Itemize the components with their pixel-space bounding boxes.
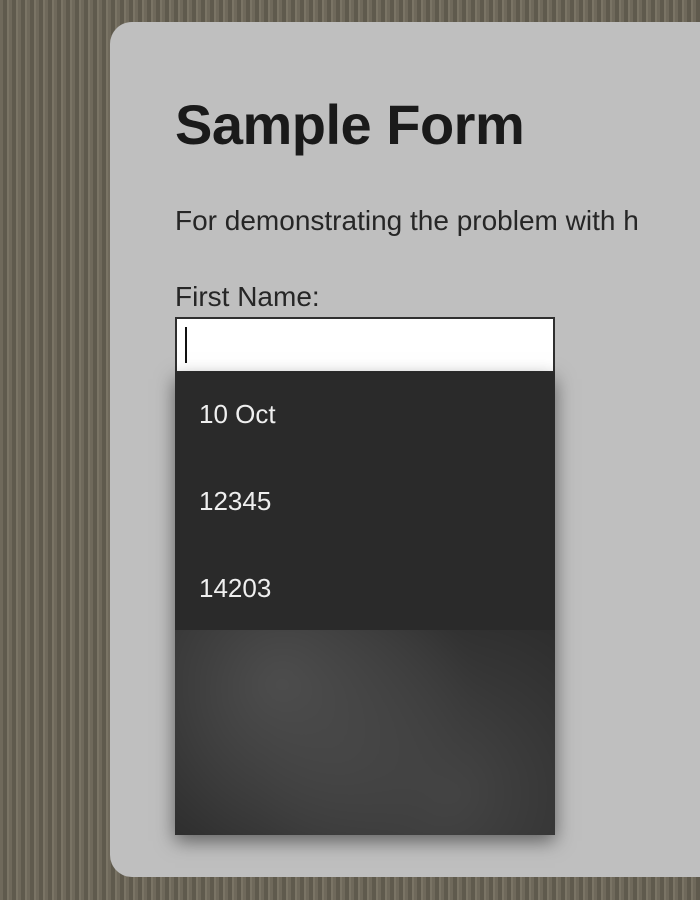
page-title: Sample Form [175,92,700,157]
first-name-label: First Name: [175,281,700,313]
form-card: Sample Form For demonstrating the proble… [110,22,700,877]
autocomplete-item[interactable]: 12345 [175,460,555,543]
form-description: For demonstrating the problem with h [175,205,700,237]
autocomplete-blurred-items [175,630,555,835]
autocomplete-item[interactable]: 14203 [175,547,555,630]
text-caret [185,327,187,363]
first-name-input[interactable] [175,317,555,373]
autocomplete-dropdown: 10 Oct 12345 14203 [175,373,555,835]
autocomplete-item[interactable]: 10 Oct [175,373,555,456]
first-name-field-wrap: 10 Oct 12345 14203 [175,317,555,373]
